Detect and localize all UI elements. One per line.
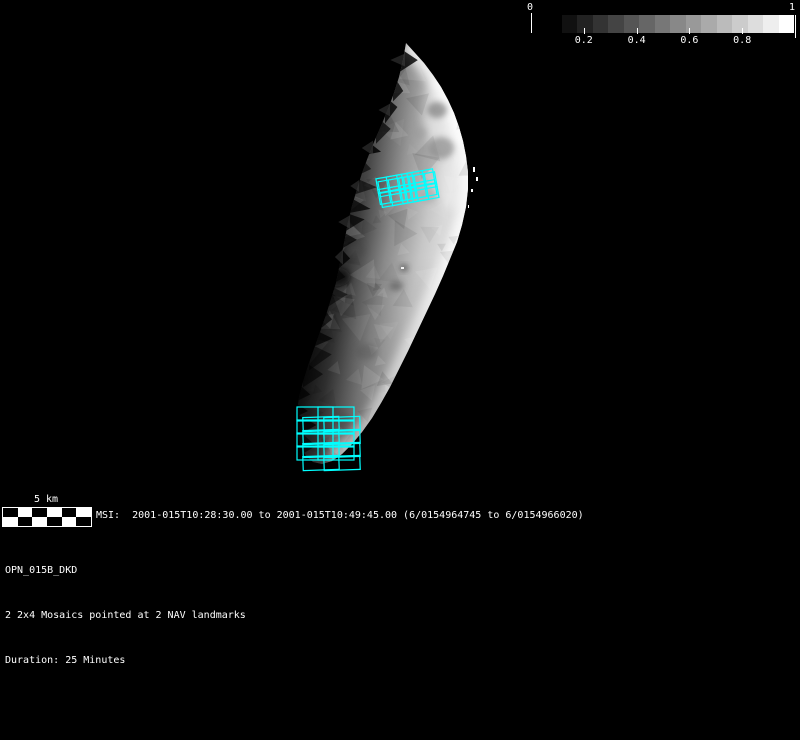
scale-checker-cell bbox=[62, 508, 77, 517]
sequence-id: OPN_015B_DKD bbox=[5, 563, 246, 578]
scale-checker-cell bbox=[47, 517, 62, 526]
duration-label: Duration: 25 Minutes bbox=[5, 653, 246, 668]
scale-checker-cell bbox=[76, 508, 91, 517]
scale-checker-cell bbox=[47, 508, 62, 517]
crater-shadow bbox=[389, 281, 403, 291]
limb-speck bbox=[473, 167, 475, 172]
limb-speck bbox=[476, 177, 478, 181]
asteroid-surface-detail bbox=[280, 38, 484, 478]
scale-checker-cell bbox=[3, 517, 18, 526]
msi-time-range: MSI: 2001-015T10:28:30.00 to 2001-015T10… bbox=[96, 510, 584, 522]
crater-shadow bbox=[427, 102, 447, 118]
sequence-info: OPN_015B_DKD 2 2x4 Mosaics pointed at 2 … bbox=[5, 533, 246, 698]
crater-shadow bbox=[355, 344, 377, 360]
scale-bar-label: 5 km bbox=[2, 494, 90, 506]
crater-shadow bbox=[341, 143, 363, 161]
crater-shadow bbox=[428, 137, 454, 159]
msi-sequence-view: 0 1 0.20.40.60.8 5 km MSI: 2001-015T10:2… bbox=[0, 0, 800, 740]
scale-checker-cell bbox=[76, 517, 91, 526]
limb-speck bbox=[468, 205, 469, 208]
mosaic-description: 2 2x4 Mosaics pointed at 2 NAV landmarks bbox=[5, 608, 246, 623]
scale-checker-cell bbox=[3, 508, 18, 517]
scale-checker-cell bbox=[32, 508, 47, 517]
scale-checker-cell bbox=[18, 508, 33, 517]
scale-bar-checker bbox=[2, 507, 92, 527]
limb-speck bbox=[471, 189, 473, 192]
scale-checker-cell bbox=[32, 517, 47, 526]
crater-shadow bbox=[413, 127, 427, 139]
scale-checker-cell bbox=[18, 517, 33, 526]
crater-shadow bbox=[347, 243, 365, 257]
scale-checker-cell bbox=[62, 517, 77, 526]
